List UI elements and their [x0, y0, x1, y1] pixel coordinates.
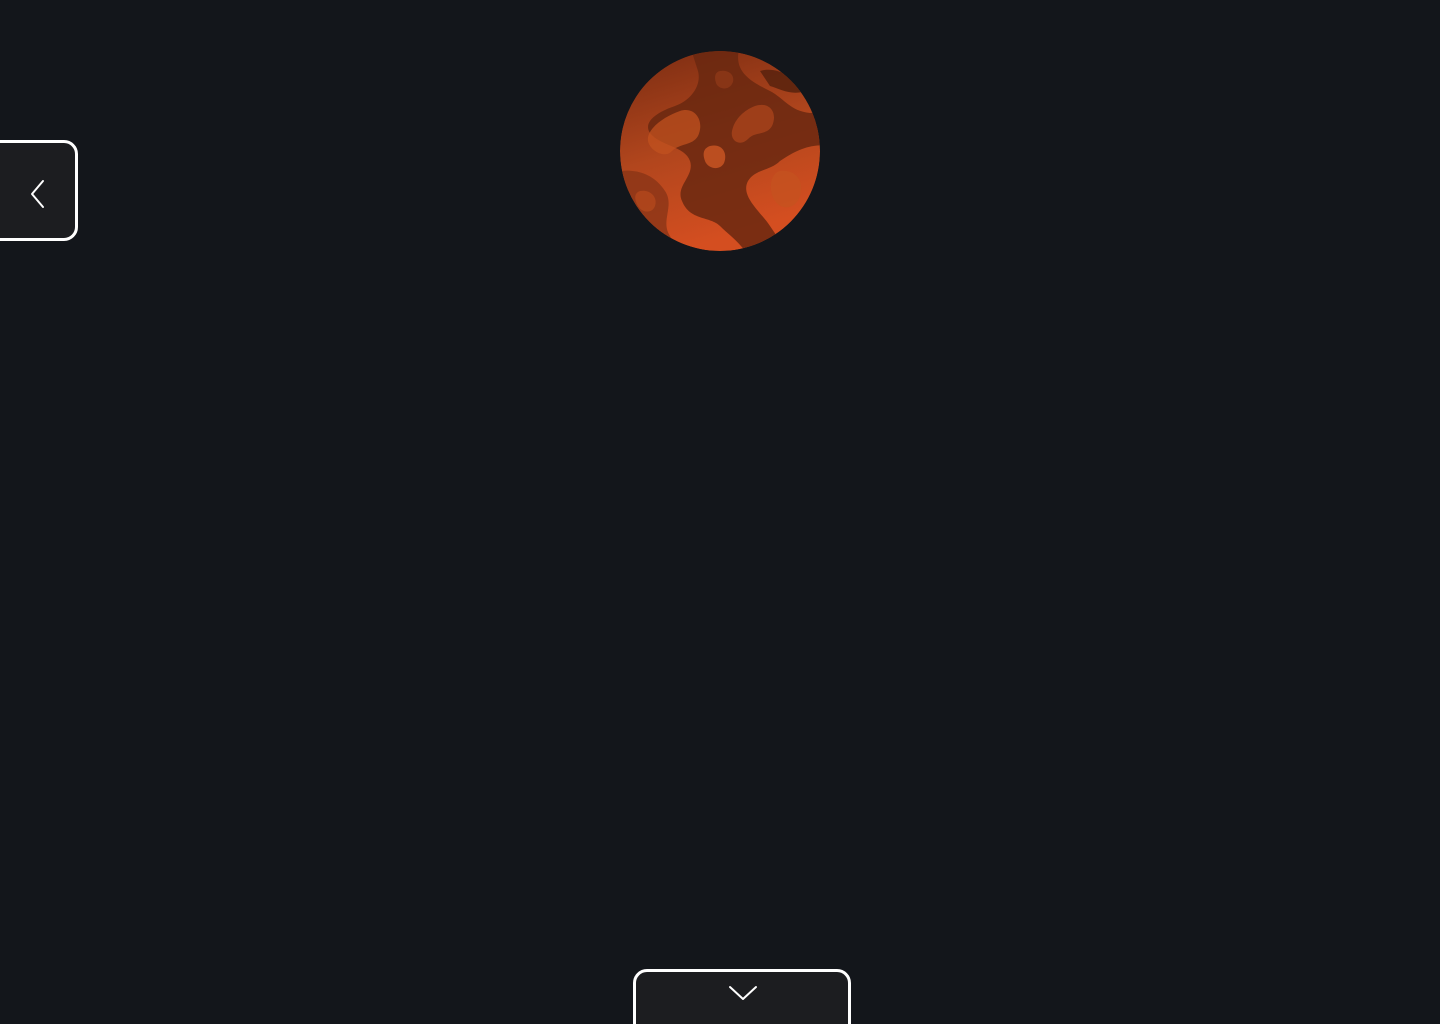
chevron-down-icon [728, 984, 758, 1002]
side-panel-toggle-button[interactable] [0, 140, 78, 241]
planet-icon [620, 51, 820, 251]
main-canvas [0, 0, 1440, 1024]
bottom-panel-toggle-button[interactable] [633, 969, 851, 1024]
chevron-left-icon [29, 179, 47, 209]
